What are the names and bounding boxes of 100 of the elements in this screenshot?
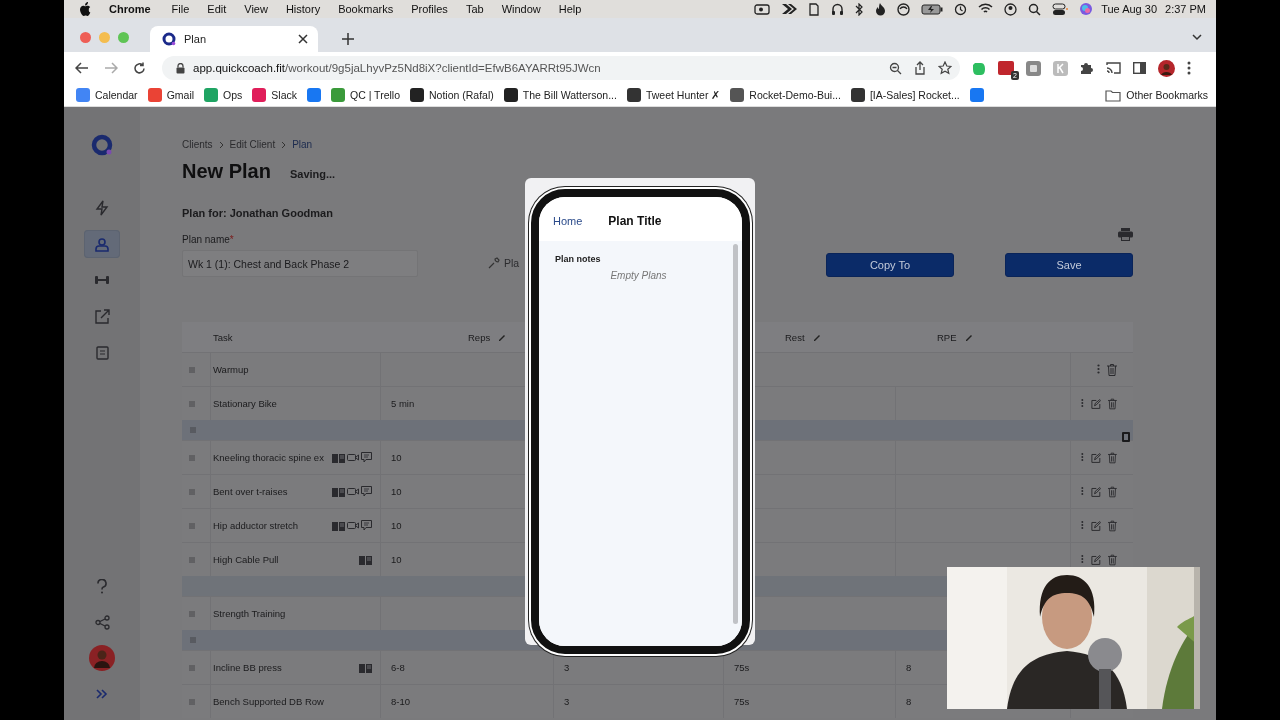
side-panel-icon[interactable] bbox=[1133, 62, 1146, 74]
search-icon[interactable] bbox=[1028, 2, 1042, 16]
scrollbar[interactable] bbox=[733, 244, 738, 624]
menu-time[interactable]: 2:37 PM bbox=[1165, 3, 1206, 15]
bookmark-link[interactable]: QC | Trello bbox=[350, 89, 400, 101]
menu-date[interactable]: Tue Aug 30 bbox=[1101, 3, 1158, 15]
book-icon[interactable] bbox=[332, 520, 345, 531]
bookmark-favicon-icon[interactable] bbox=[730, 88, 745, 102]
wifi-icon[interactable] bbox=[978, 3, 994, 15]
drag-handle-icon[interactable] bbox=[190, 637, 196, 643]
gauge-icon[interactable] bbox=[897, 2, 911, 16]
drag-handle-icon[interactable] bbox=[190, 427, 196, 433]
video-icon[interactable] bbox=[347, 521, 359, 530]
bookmark-favicon-icon[interactable] bbox=[626, 88, 641, 102]
profile-avatar-icon[interactable] bbox=[1158, 59, 1175, 77]
menu-item[interactable]: Tab bbox=[465, 3, 484, 15]
bookmark-link[interactable]: Gmail bbox=[166, 89, 195, 101]
menu-item[interactable]: Help bbox=[558, 3, 582, 15]
clock-history-icon[interactable] bbox=[954, 2, 968, 16]
comment-icon[interactable] bbox=[361, 520, 372, 531]
puzzle-icon[interactable] bbox=[1080, 61, 1094, 75]
toggles-icon[interactable] bbox=[1052, 2, 1069, 16]
video-icon[interactable] bbox=[347, 487, 359, 496]
bookmark-link[interactable]: The Bill Watterson... bbox=[522, 89, 617, 101]
book-icon[interactable] bbox=[359, 662, 372, 673]
flame-icon[interactable] bbox=[875, 2, 887, 16]
edit-icon[interactable] bbox=[1090, 520, 1102, 532]
more-vertical-icon[interactable] bbox=[1081, 554, 1084, 564]
trash-icon[interactable] bbox=[1108, 398, 1117, 410]
cast-icon[interactable] bbox=[1106, 62, 1121, 74]
drag-handle-icon[interactable] bbox=[189, 610, 195, 617]
drag-handle-icon[interactable] bbox=[189, 488, 195, 495]
menu-item[interactable]: Bookmarks bbox=[338, 3, 394, 15]
edit-icon[interactable] bbox=[1090, 554, 1102, 566]
battery-icon[interactable] bbox=[921, 3, 944, 15]
arrows-icon[interactable] bbox=[781, 3, 798, 15]
pencil-icon[interactable] bbox=[812, 333, 821, 341]
menu-item[interactable]: History bbox=[285, 3, 321, 15]
more-vertical-icon[interactable] bbox=[1081, 452, 1084, 462]
chevron-down-icon[interactable] bbox=[1192, 34, 1202, 41]
drag-handle-icon[interactable] bbox=[189, 664, 195, 671]
close-window-button[interactable] bbox=[80, 32, 91, 43]
printer-icon[interactable] bbox=[1118, 228, 1133, 241]
bookmark-favicon-icon[interactable] bbox=[503, 88, 518, 102]
forward-icon[interactable] bbox=[104, 62, 118, 74]
drag-handle-icon[interactable] bbox=[189, 366, 195, 373]
pencil-icon[interactable] bbox=[964, 333, 973, 341]
share-icon[interactable] bbox=[914, 61, 926, 75]
more-vertical-icon[interactable] bbox=[1081, 520, 1084, 530]
back-icon[interactable] bbox=[75, 62, 89, 74]
nav-item[interactable] bbox=[84, 230, 120, 258]
comment-icon[interactable] bbox=[361, 486, 372, 497]
bookmark-link[interactable]: Calendar bbox=[95, 89, 138, 101]
pencil-icon[interactable] bbox=[498, 333, 507, 341]
menu-item[interactable]: File bbox=[171, 3, 190, 15]
action-button[interactable]: Copy To bbox=[826, 253, 954, 277]
folder-icon[interactable] bbox=[1105, 88, 1122, 102]
bookmark-link[interactable]: [IA-Sales] Rocket... bbox=[869, 89, 960, 101]
extension-icon[interactable] bbox=[1053, 60, 1068, 76]
trash-icon[interactable] bbox=[1107, 364, 1117, 376]
drag-handle-icon[interactable] bbox=[189, 522, 195, 529]
bookmark-link[interactable]: Rocket-Demo-Bui... bbox=[749, 89, 841, 101]
browser-tab[interactable]: Plan bbox=[150, 26, 318, 52]
trash-icon[interactable] bbox=[1108, 452, 1117, 464]
trash-icon[interactable] bbox=[1108, 520, 1117, 532]
plan-name-field[interactable]: Wk 1 (1): Chest and Back Phase 2 bbox=[182, 250, 418, 277]
bookmark-folder[interactable]: Other Bookmarks bbox=[1126, 89, 1208, 101]
close-icon[interactable] bbox=[298, 34, 308, 44]
more-vertical-icon[interactable] bbox=[1081, 398, 1084, 408]
headphones-icon[interactable] bbox=[831, 2, 845, 16]
address-bar[interactable]: app.quickcoach.fit/workout/9g5jaLhyvPz5Nd8iX?clientId=EfwB6AYARRt95JWcn bbox=[162, 56, 960, 80]
elephant-icon[interactable] bbox=[972, 60, 986, 76]
wallet-icon[interactable] bbox=[808, 2, 821, 16]
edit-icon[interactable] bbox=[1090, 452, 1102, 464]
menu-item[interactable]: Window bbox=[501, 3, 541, 15]
comment-icon[interactable] bbox=[361, 452, 372, 463]
bookmark-link[interactable]: Notion (Rafal) bbox=[429, 89, 494, 101]
book-icon[interactable] bbox=[332, 452, 345, 463]
extension-icon[interactable] bbox=[998, 61, 1014, 75]
bookmark-link[interactable]: Ops bbox=[223, 89, 243, 101]
edit-icon[interactable] bbox=[1090, 398, 1102, 410]
menu-item[interactable]: Edit bbox=[207, 3, 227, 15]
more-menu-icon[interactable] bbox=[1187, 61, 1191, 75]
action-button[interactable]: Save bbox=[1005, 253, 1133, 277]
more-vertical-icon[interactable] bbox=[1081, 486, 1084, 496]
siri-icon[interactable] bbox=[1079, 2, 1094, 16]
trash-icon[interactable] bbox=[1122, 430, 1130, 442]
q-logo-icon[interactable] bbox=[91, 134, 113, 156]
video-icon[interactable] bbox=[347, 453, 359, 462]
apple-icon[interactable] bbox=[79, 2, 91, 16]
menu-item[interactable]: View bbox=[244, 3, 268, 15]
drag-handle-icon[interactable] bbox=[189, 556, 195, 563]
bookmark-link[interactable]: Tweet Hunter ✗ bbox=[645, 89, 721, 101]
user-circle-icon[interactable] bbox=[1004, 2, 1018, 16]
drag-handle-icon[interactable] bbox=[189, 698, 195, 705]
trash-icon[interactable] bbox=[1108, 486, 1117, 498]
book-icon[interactable] bbox=[332, 486, 345, 497]
video-camera-icon[interactable] bbox=[754, 3, 771, 15]
menu-item[interactable]: Profiles bbox=[411, 3, 448, 15]
drag-handle-icon[interactable] bbox=[189, 454, 195, 461]
